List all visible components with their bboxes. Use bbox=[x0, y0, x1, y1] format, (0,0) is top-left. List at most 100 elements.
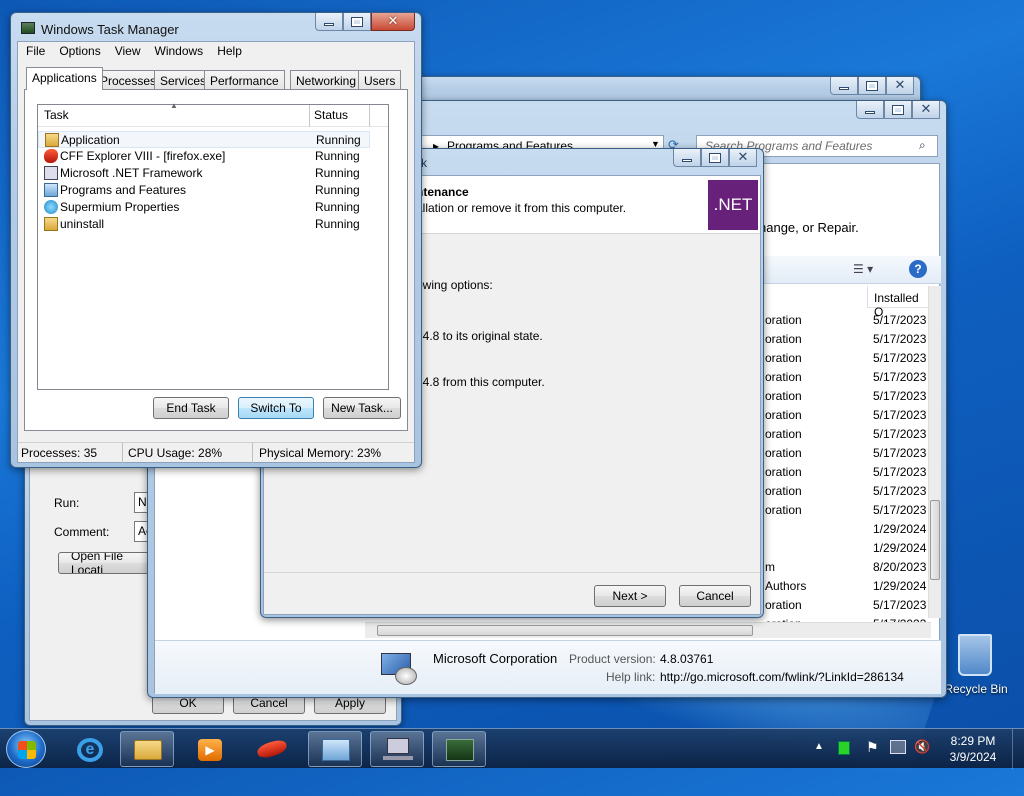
pf-horizontal-scrollbar[interactable] bbox=[365, 622, 931, 638]
task-row-icon bbox=[44, 217, 58, 231]
bg-minimize-button[interactable] bbox=[830, 77, 858, 95]
search-icon[interactable]: ⌕ bbox=[919, 138, 926, 153]
tray-volume-muted-icon[interactable]: 🔇 bbox=[914, 739, 930, 755]
start-button[interactable] bbox=[6, 730, 46, 768]
program-row[interactable]: oration 5/17/2023 bbox=[759, 348, 931, 367]
taskbar-task-manager-icon[interactable] bbox=[432, 731, 486, 767]
program-row[interactable]: Authors 1/29/2024 bbox=[759, 576, 931, 595]
program-row[interactable]: oration 5/17/2023 bbox=[759, 386, 931, 405]
taskbar-ie-icon[interactable]: e bbox=[62, 731, 116, 767]
program-row[interactable]: 1/29/2024 bbox=[759, 538, 931, 557]
program-row[interactable]: oration 5/17/2023 bbox=[759, 424, 931, 443]
tray-network-icon[interactable] bbox=[890, 740, 906, 754]
recycle-bin-icon bbox=[958, 634, 992, 676]
task-row-name: Microsoft .NET Framework bbox=[60, 166, 203, 180]
program-row[interactable]: oration 5/17/2023 bbox=[759, 595, 931, 614]
pf-maximize-button[interactable] bbox=[884, 101, 912, 119]
task-row-icon bbox=[45, 133, 59, 147]
show-desktop-button[interactable] bbox=[1012, 729, 1024, 769]
open-file-location-button[interactable]: Open File Locati bbox=[58, 552, 158, 574]
program-row-installed-on: 1/29/2024 bbox=[873, 541, 927, 555]
net-cancel-button[interactable]: Cancel bbox=[679, 585, 751, 607]
view-options-icon[interactable]: ☰ ▾ bbox=[853, 262, 873, 276]
taskbar-explorer-icon[interactable] bbox=[120, 731, 174, 767]
program-row-installed-on: 5/17/2023 bbox=[873, 427, 927, 441]
tray-flag-icon[interactable]: ⚑ bbox=[866, 739, 879, 756]
program-row[interactable]: oration 5/17/2023 bbox=[759, 329, 931, 348]
program-icon bbox=[375, 649, 419, 687]
bg-close-button[interactable]: ✕ bbox=[886, 77, 914, 95]
status-column-header[interactable]: Status bbox=[310, 105, 370, 127]
tm-menu-help[interactable]: Help bbox=[217, 44, 242, 58]
clock-time: 8:29 PM bbox=[950, 734, 996, 748]
program-row[interactable]: oration 5/17/2023 bbox=[759, 367, 931, 386]
sort-arrow-icon: ▲ bbox=[170, 101, 178, 110]
end-task-button[interactable]: End Task bbox=[153, 397, 229, 419]
status-cpu: CPU Usage: 28% bbox=[128, 446, 223, 460]
task-row-status: Running bbox=[315, 200, 360, 214]
program-row[interactable]: oration 5/17/2023 bbox=[759, 462, 931, 481]
bg-maximize-button[interactable] bbox=[858, 77, 886, 95]
tab-networking[interactable]: Networking bbox=[290, 70, 363, 90]
pf-change-repair-text: hange, or Repair. bbox=[759, 220, 859, 235]
tm-menu-view[interactable]: View bbox=[115, 44, 141, 58]
program-row[interactable]: oration 5/17/2023 bbox=[759, 443, 931, 462]
pf-close-button[interactable]: ✕ bbox=[912, 101, 940, 119]
task-row-name: Programs and Features bbox=[60, 183, 187, 197]
task-row[interactable]: Application Running bbox=[38, 131, 370, 148]
tm-minimize-button[interactable] bbox=[315, 13, 343, 31]
tab-performance[interactable]: Performance bbox=[204, 70, 285, 90]
program-row[interactable]: oration 5/17/2023 bbox=[759, 500, 931, 519]
help-icon[interactable]: ? bbox=[909, 260, 927, 278]
taskbar-cff-explorer-icon[interactable] bbox=[244, 731, 298, 767]
program-row-installed-on: 5/17/2023 bbox=[873, 598, 927, 612]
task-row[interactable]: Programs and Features Running bbox=[38, 182, 370, 199]
program-row-installed-on: 5/17/2023 bbox=[873, 332, 927, 346]
task-row-name: Application bbox=[61, 133, 120, 147]
task-row[interactable]: CFF Explorer VIII - [firefox.exe] Running bbox=[38, 148, 370, 165]
net-close-button[interactable]: ✕ bbox=[729, 149, 757, 167]
pf-vertical-scrollbar[interactable] bbox=[928, 286, 941, 618]
tab-applications[interactable]: Applications bbox=[26, 67, 103, 90]
program-row-publisher: m bbox=[765, 560, 775, 574]
program-row-publisher: oration bbox=[765, 427, 802, 441]
tm-menu-file[interactable]: File bbox=[26, 44, 45, 58]
recycle-bin-shortcut[interactable]: Recycle Bin bbox=[940, 630, 1012, 700]
program-row[interactable]: oration 5/17/2023 bbox=[759, 481, 931, 500]
tab-processes[interactable]: Processes bbox=[94, 70, 163, 90]
tm-menu-windows[interactable]: Windows bbox=[155, 44, 204, 58]
new-task-button[interactable]: New Task... bbox=[323, 397, 401, 419]
net-next-button[interactable]: Next > bbox=[594, 585, 666, 607]
task-row[interactable]: uninstall Running bbox=[38, 216, 370, 233]
net-maximize-button[interactable] bbox=[701, 149, 729, 167]
tm-maximize-button[interactable] bbox=[343, 13, 371, 31]
taskbar-network-icon[interactable] bbox=[370, 731, 424, 767]
details-product-version: 4.8.03761 bbox=[660, 652, 714, 666]
task-row[interactable]: Supermium Properties Running bbox=[38, 199, 370, 216]
taskbar-control-panel-icon[interactable] bbox=[308, 731, 362, 767]
taskbar-media-player-icon[interactable]: ▶ bbox=[182, 731, 236, 767]
net-minimize-button[interactable] bbox=[673, 149, 701, 167]
tray-overflow-icon[interactable]: ▲ bbox=[814, 741, 824, 752]
details-help-link[interactable]: http://go.microsoft.com/fwlink/?LinkId=2… bbox=[660, 670, 904, 684]
program-row[interactable]: oration 5/17/2023 bbox=[759, 310, 931, 329]
task-row-status: Running bbox=[315, 217, 360, 231]
program-row-publisher: oration bbox=[765, 332, 802, 346]
net-options-label: owing options: bbox=[416, 278, 493, 292]
program-row[interactable]: 1/29/2024 bbox=[759, 519, 931, 538]
task-row[interactable]: Microsoft .NET Framework Running bbox=[38, 165, 370, 182]
net-option-repair[interactable]: : 4.8 to its original state. bbox=[416, 329, 543, 343]
run-label: Run: bbox=[54, 496, 80, 510]
program-row-publisher: oration bbox=[765, 351, 802, 365]
switch-to-button[interactable]: Switch To bbox=[238, 397, 314, 419]
net-option-remove[interactable]: : 4.8 from this computer. bbox=[416, 375, 545, 389]
program-row[interactable]: m 8/20/2023 bbox=[759, 557, 931, 576]
tray-performance-icon[interactable] bbox=[838, 741, 850, 755]
pf-minimize-button[interactable] bbox=[856, 101, 884, 119]
taskbar-clock[interactable]: 8:29 PM 3/9/2024 bbox=[938, 734, 1008, 764]
tab-users[interactable]: Users bbox=[358, 70, 402, 90]
tm-menu-options[interactable]: Options bbox=[59, 44, 100, 58]
tm-close-button[interactable]: ✕ bbox=[371, 13, 415, 31]
program-row[interactable]: oration 5/17/2023 bbox=[759, 405, 931, 424]
installed-on-column-header[interactable]: Installed O bbox=[867, 286, 933, 319]
